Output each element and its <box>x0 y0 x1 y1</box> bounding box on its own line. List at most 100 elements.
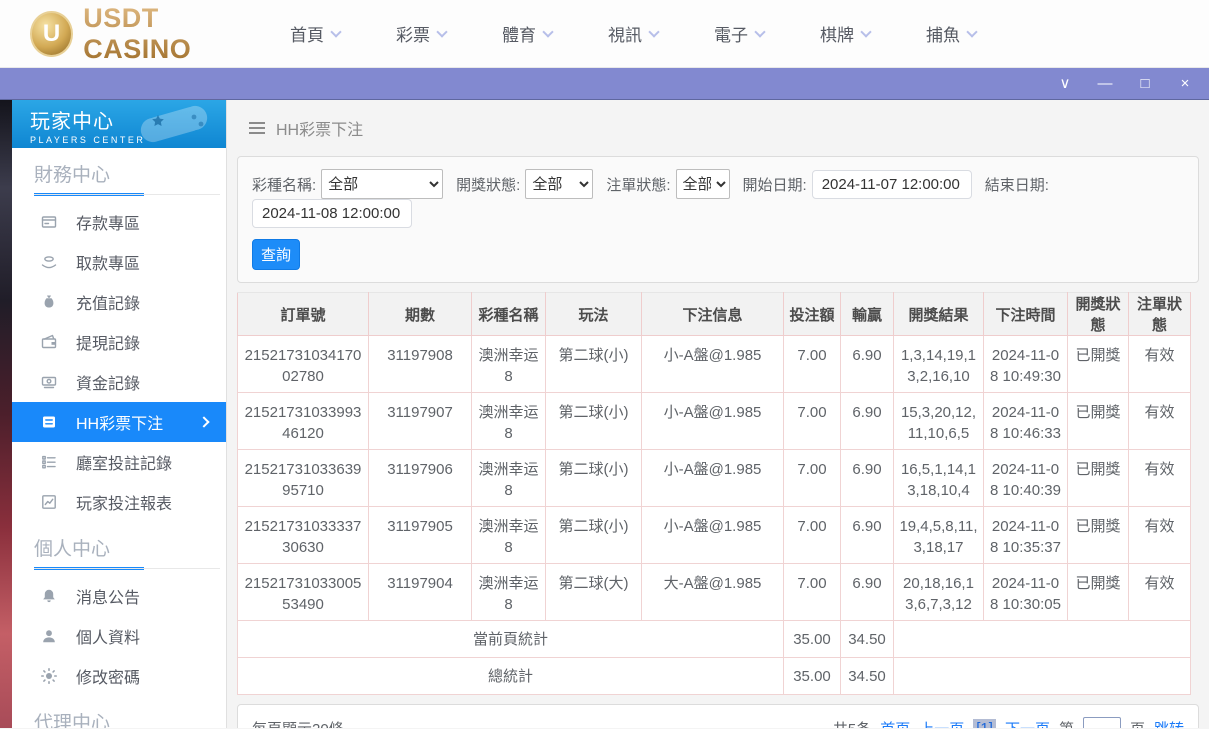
prev-page-link[interactable]: 上一页 <box>919 718 964 728</box>
nav-item[interactable]: 彩票 <box>396 21 448 46</box>
main-nav: 首頁 彩票 體育 視訊 電子 棋牌 捕魚 <box>290 21 978 46</box>
nav-item[interactable]: 捕魚 <box>926 21 978 46</box>
minimize-icon[interactable]: — <box>1097 76 1113 91</box>
page-prefix-label: 第 <box>1059 718 1074 728</box>
sidebar-menu-item[interactable]: 個人資料 <box>12 616 226 656</box>
maximize-icon[interactable]: □ <box>1137 76 1153 91</box>
nav-item[interactable]: 首頁 <box>290 21 342 46</box>
cell-order-status: 有效 <box>1128 563 1191 621</box>
cell-draw-result: 16,5,1,14,13,18,10,4 <box>893 449 984 507</box>
cell-win-loss: 6.90 <box>840 449 894 507</box>
sidebar-item-label: 提現記錄 <box>76 336 141 353</box>
order-status-label: 注單狀態: <box>606 176 671 194</box>
gamepad-icon <box>140 105 208 143</box>
chevron-down-icon <box>542 25 554 38</box>
total-count-text: 共5条 <box>833 718 871 728</box>
sidebar-menu-item[interactable]: 修改密碼 <box>12 656 226 696</box>
end-date-input[interactable] <box>252 199 412 228</box>
cell-period: 31197905 <box>368 506 472 564</box>
nav-item[interactable]: 視訊 <box>608 21 660 46</box>
app-body: 玩家中心 PLAYERS CENTER 財務中心 存款專區 取款專區 充值記錄 … <box>0 100 1209 728</box>
start-date-label: 開始日期: <box>742 176 807 194</box>
main-content: HH彩票下注 彩種名稱: 全部 開獎狀態: 全部 注單狀態: 全部 開始日期: … <box>227 100 1209 728</box>
close-icon[interactable]: × <box>1177 76 1193 91</box>
breadcrumb: HH彩票下注 <box>227 100 1209 156</box>
next-page-link[interactable]: 下一页 <box>1005 718 1050 728</box>
column-header: 開獎結果 <box>893 292 984 336</box>
section-divider <box>34 567 220 570</box>
lottery-name-select[interactable]: 全部 <box>321 169 444 199</box>
first-page-link[interactable]: 首页 <box>880 718 910 728</box>
hamburger-menu-icon[interactable] <box>249 122 265 134</box>
cell-order-id: 2152173103333730630 <box>237 506 369 564</box>
sidebar-menu-item[interactable]: 消息公告 <box>12 576 226 616</box>
sidebar-menu-item[interactable]: HH彩票下注 <box>12 402 226 442</box>
order-status-select[interactable]: 全部 <box>675 169 730 199</box>
query-button[interactable]: 查詢 <box>252 239 300 270</box>
sidebar-item-label: 修改密碼 <box>76 670 141 687</box>
sidebar-item-label: 充值記錄 <box>76 296 141 313</box>
nav-item[interactable]: 體育 <box>502 21 554 46</box>
table-row: 2152173103333730630 31197905 澳洲幸运8 第二球(小… <box>237 506 1191 564</box>
sidebar-menu-item[interactable]: 取款專區 <box>12 242 226 282</box>
table-row: 2152173103417002780 31197908 澳洲幸运8 第二球(小… <box>237 335 1191 393</box>
nav-item[interactable]: 電子 <box>714 21 766 46</box>
sidebar-header: 玩家中心 PLAYERS CENTER <box>12 100 226 148</box>
brand-logo: U USDT CASINO <box>30 3 262 65</box>
draw-status-select[interactable]: 全部 <box>525 169 594 199</box>
cell-draw-result: 20,18,16,13,6,7,3,12 <box>893 563 984 621</box>
sidebar: 玩家中心 PLAYERS CENTER 財務中心 存款專區 取款專區 充值記錄 … <box>12 100 227 728</box>
sidebar-menu-item[interactable]: 玩家投注報表 <box>12 482 226 522</box>
collapse-icon[interactable]: ∨ <box>1057 76 1073 91</box>
deposit-icon <box>40 213 58 231</box>
column-header: 下注信息 <box>641 292 784 336</box>
cell-bet-amount: 7.00 <box>783 563 841 621</box>
cell-draw-status: 已開獎 <box>1067 335 1129 393</box>
cell-lottery-name: 澳洲幸运8 <box>471 563 546 621</box>
logo-text: USDT CASINO <box>83 3 262 65</box>
cell-period: 31197908 <box>368 335 472 393</box>
start-date-input[interactable] <box>811 169 972 199</box>
page-number-input[interactable] <box>1082 716 1121 728</box>
cell-lottery-name: 澳洲幸运8 <box>471 335 546 393</box>
sidebar-menu-item[interactable]: 提現記錄 <box>12 322 226 362</box>
cell-order-status: 有效 <box>1128 335 1191 393</box>
summary-bet-total: 35.00 <box>783 620 841 658</box>
jump-link[interactable]: 跳转 <box>1154 718 1184 728</box>
announcement-icon <box>40 587 58 605</box>
pagination-bar: 每頁顯示20條 共5条 首页 上一页 [1] 下一页 第 页 跳转 <box>237 704 1199 728</box>
funds-record-icon <box>40 373 58 391</box>
sidebar-menu-item[interactable]: 充值記錄 <box>12 282 226 322</box>
room-bet-record-icon <box>40 453 58 471</box>
cell-order-id: 2152173103417002780 <box>237 335 369 393</box>
column-header: 期數 <box>368 292 472 336</box>
sidebar-menu-item[interactable]: 廳室投註記錄 <box>12 442 226 482</box>
current-page-indicator: [1] <box>973 719 996 728</box>
cell-draw-result: 1,3,14,19,13,2,16,10 <box>893 335 984 393</box>
cell-period: 31197904 <box>368 563 472 621</box>
summary-empty-cell <box>893 657 1191 695</box>
cell-period: 31197907 <box>368 392 472 450</box>
page-title: HH彩票下注 <box>276 122 364 139</box>
table-summary: 當前頁統計 35.00 34.50 總統計 35.00 34.50 <box>237 620 1191 695</box>
nav-item[interactable]: 棋牌 <box>820 21 872 46</box>
player-report-icon <box>40 493 58 511</box>
sidebar-item-label: 資金記錄 <box>76 376 141 393</box>
chevron-down-icon <box>754 25 766 38</box>
table-row: 2152173103399346120 31197907 澳洲幸运8 第二球(小… <box>237 392 1191 450</box>
section-header: 財務中心 <box>12 148 226 196</box>
chevron-down-icon <box>436 25 448 38</box>
cell-order-id: 2152173103300553490 <box>237 563 369 621</box>
sidebar-menu-item[interactable]: 存款專區 <box>12 202 226 242</box>
sidebar-menu-item[interactable]: 資金記錄 <box>12 362 226 402</box>
column-header: 玩法 <box>545 292 642 336</box>
cell-draw-status: 已開獎 <box>1067 506 1129 564</box>
cell-bet-amount: 7.00 <box>783 449 841 507</box>
cell-play-type: 第二球(小) <box>545 335 642 393</box>
cell-win-loss: 6.90 <box>840 563 894 621</box>
column-header: 開獎狀態 <box>1067 292 1129 336</box>
cell-bet-amount: 7.00 <box>783 506 841 564</box>
logo-icon: U <box>30 10 74 57</box>
sidebar-item-label: 個人資料 <box>76 630 141 647</box>
sidebar-item-label: 玩家投注報表 <box>76 496 173 513</box>
